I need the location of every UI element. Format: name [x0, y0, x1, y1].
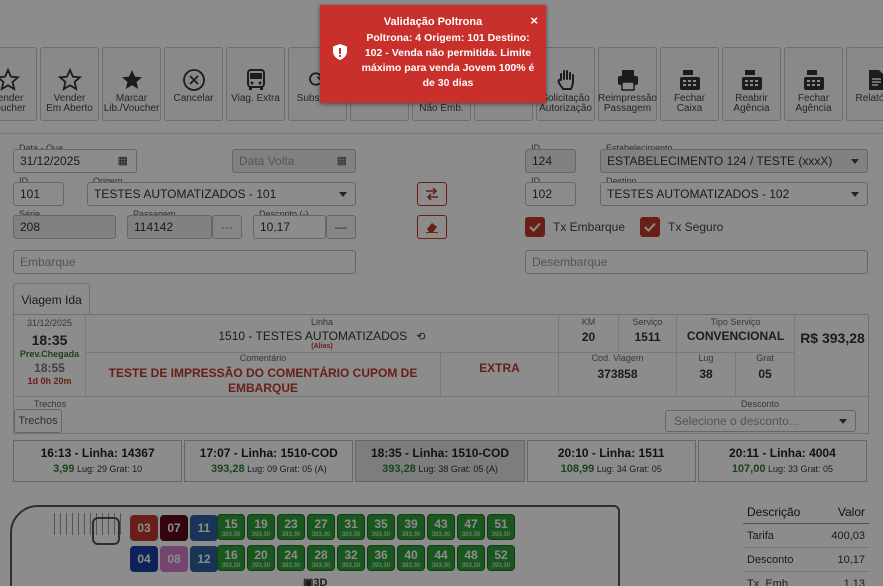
toast-message: Poltrona: 4 Origem: 101 Destino: 102 - V… [361, 32, 535, 89]
validation-toast: Validação Poltrona × Poltrona: 4 Origem:… [320, 5, 546, 103]
toast-title: Validação Poltrona [383, 16, 483, 28]
close-icon[interactable]: × [530, 13, 538, 28]
shield-alert-icon [333, 44, 347, 60]
